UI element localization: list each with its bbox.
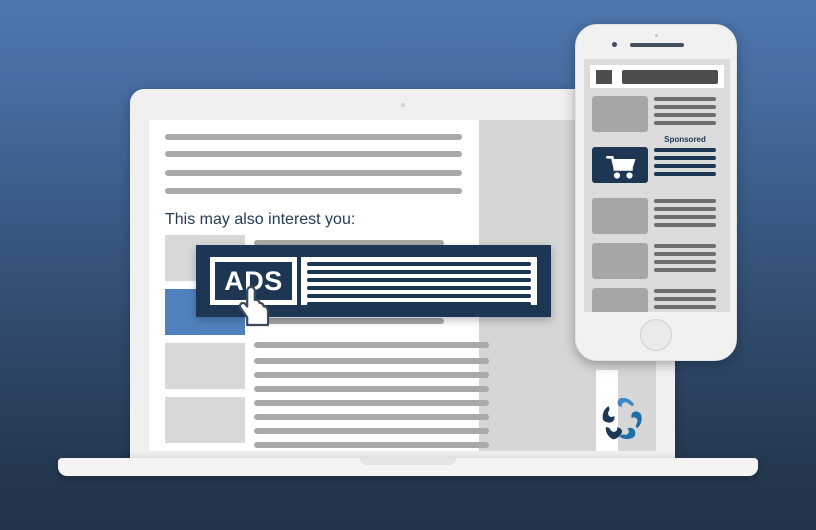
- article-line: [254, 318, 444, 324]
- feed-thumb-1[interactable]: [592, 96, 648, 132]
- ads-line: [307, 302, 531, 306]
- sponsored-label: Sponsored: [664, 135, 706, 144]
- feed-line: [654, 207, 716, 211]
- headline-line: [165, 170, 462, 176]
- ads-line: [307, 286, 531, 290]
- front-camera-icon: [612, 42, 617, 47]
- ads-line: [307, 278, 531, 282]
- pointing-hand-cursor: [239, 285, 270, 327]
- home-button[interactable]: [640, 319, 672, 351]
- article-thumb-4[interactable]: [165, 397, 245, 443]
- body-line: [254, 400, 489, 406]
- feed-line: [654, 156, 716, 160]
- body-line: [254, 428, 489, 434]
- ads-line: [307, 262, 531, 266]
- scene-root: This may also interest you: ADS Sponsore…: [0, 0, 816, 530]
- headline-line: [165, 151, 462, 157]
- feed-line: [654, 121, 716, 125]
- headline-line: [165, 134, 462, 140]
- feed-thumb-4[interactable]: [592, 243, 648, 279]
- app-logo-icon[interactable]: [596, 70, 612, 84]
- body-line: [254, 442, 489, 448]
- body-line: [254, 414, 489, 420]
- feed-lines-1: [654, 97, 716, 129]
- feed-line: [654, 172, 716, 176]
- phone-screen: Sponsored: [584, 59, 730, 312]
- feed-line: [654, 252, 716, 256]
- headline-line: [165, 188, 462, 194]
- feed-line: [654, 297, 716, 301]
- body-line: [254, 386, 489, 392]
- feed-lines-4: [654, 244, 716, 276]
- smartphone-device: Sponsored: [575, 24, 737, 361]
- feed-line: [654, 215, 716, 219]
- feed-line: [654, 105, 716, 109]
- feed-line: [654, 148, 716, 152]
- ads-line: [307, 294, 531, 298]
- body-line: [254, 358, 489, 364]
- feed-line: [654, 223, 716, 227]
- ads-text-lines: [301, 257, 537, 306]
- feed-line: [654, 164, 716, 168]
- proximity-sensor-icon: [655, 34, 658, 37]
- laptop-base: [58, 458, 758, 476]
- feed-thumb-5[interactable]: [592, 288, 648, 312]
- shopping-cart-icon: [606, 156, 636, 179]
- webcam-icon: [400, 103, 405, 107]
- article-thumb-3[interactable]: [165, 343, 245, 389]
- earpiece-speaker-icon: [630, 43, 684, 47]
- body-line: [254, 342, 489, 348]
- circular-swirl-logo: [602, 397, 642, 440]
- feed-line: [654, 289, 716, 293]
- feed-line: [654, 97, 716, 101]
- feed-lines-3: [654, 199, 716, 231]
- feed-line: [654, 113, 716, 117]
- feed-lines-5: [654, 289, 716, 312]
- laptop-base-notch: [360, 458, 456, 465]
- app-header-bar: [590, 65, 724, 88]
- feed-line: [654, 305, 716, 309]
- feed-line: [654, 268, 716, 272]
- interest-heading: This may also interest you:: [165, 211, 356, 228]
- feed-thumb-3[interactable]: [592, 198, 648, 234]
- feed-line: [654, 260, 716, 264]
- app-title-placeholder: [622, 70, 718, 84]
- body-line: [254, 372, 489, 378]
- ads-line: [307, 270, 531, 274]
- feed-line: [654, 244, 716, 248]
- feed-line: [654, 199, 716, 203]
- sponsored-cart-tile[interactable]: [592, 147, 648, 183]
- feed-lines-2: [654, 148, 716, 180]
